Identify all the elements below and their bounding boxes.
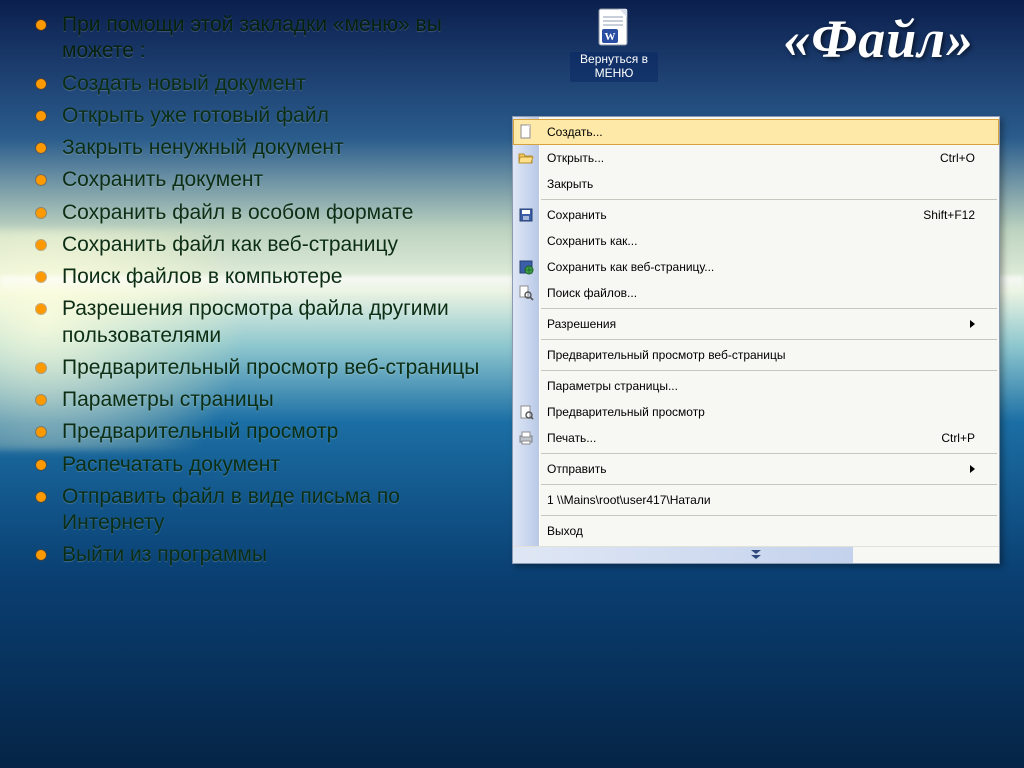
bullet-item: Закрыть ненужный документ bbox=[24, 135, 484, 161]
menu-item[interactable]: Сохранить как веб-страницу... bbox=[513, 254, 999, 280]
no-icon bbox=[517, 175, 535, 193]
bullet-item: При помощи этой закладки «меню» вы может… bbox=[24, 12, 484, 65]
menu-item-label: Сохранить как веб-страницу... bbox=[547, 260, 975, 274]
menu-item[interactable]: Создать... bbox=[513, 119, 999, 145]
slide-stage: «Файл» W Вернуться в МЕНЮ При помощи это… bbox=[0, 0, 1024, 768]
bullet-item: Создать новый документ bbox=[24, 71, 484, 97]
no-icon bbox=[517, 522, 535, 540]
menu-item-shortcut: Ctrl+O bbox=[940, 151, 975, 165]
menu-item[interactable]: Печать... Ctrl+P bbox=[513, 425, 999, 451]
menu-item[interactable]: Предварительный просмотр веб-страницы bbox=[513, 342, 999, 368]
menu-item-label: Поиск файлов... bbox=[547, 286, 975, 300]
no-icon bbox=[517, 491, 535, 509]
menu-item-label: Предварительный просмотр веб-страницы bbox=[547, 348, 975, 362]
no-icon bbox=[517, 460, 535, 478]
menu-item-label: Открыть... bbox=[547, 151, 928, 165]
menu-item-label: Сохранить как... bbox=[547, 234, 975, 248]
file-menu-dropdown: Создать... Открыть... Ctrl+O Закрыть Сохрани… bbox=[512, 116, 1000, 564]
menu-separator bbox=[541, 453, 997, 454]
back-to-menu-label: Вернуться в МЕНЮ bbox=[570, 52, 658, 82]
menu-item-label: Сохранить bbox=[547, 208, 911, 222]
print-preview-icon bbox=[517, 403, 535, 421]
menu-item[interactable]: 1 \\Mains\root\user417\Натали bbox=[513, 487, 999, 513]
menu-item-label: Печать... bbox=[547, 431, 929, 445]
new-doc-icon bbox=[517, 123, 535, 141]
no-icon bbox=[517, 377, 535, 395]
save-web-icon bbox=[517, 258, 535, 276]
menu-item-label: Создать... bbox=[547, 125, 975, 139]
menu-separator bbox=[541, 515, 997, 516]
menu-item-label: Отправить bbox=[547, 462, 958, 476]
submenu-arrow-icon bbox=[970, 465, 975, 473]
menu-expand-button[interactable] bbox=[513, 546, 999, 563]
menu-separator bbox=[541, 199, 997, 200]
menu-item-label: Предварительный просмотр bbox=[547, 405, 975, 419]
menu-item[interactable]: Поиск файлов... bbox=[513, 280, 999, 306]
menu-item[interactable]: Сохранить как... bbox=[513, 228, 999, 254]
menu-separator bbox=[541, 308, 997, 309]
bullet-item: Разрешения просмотра файла другими польз… bbox=[24, 296, 484, 349]
bullet-item: Выйти из программы bbox=[24, 542, 484, 568]
no-icon bbox=[517, 346, 535, 364]
menu-item[interactable]: Закрыть bbox=[513, 171, 999, 197]
menu-item-label: Разрешения bbox=[547, 317, 958, 331]
menu-item[interactable]: Выход bbox=[513, 518, 999, 544]
menu-item-label: Закрыть bbox=[547, 177, 975, 191]
menu-item-label: Выход bbox=[547, 524, 975, 538]
menu-item[interactable]: Разрешения bbox=[513, 311, 999, 337]
printer-icon bbox=[517, 429, 535, 447]
menu-item-shortcut: Shift+F12 bbox=[923, 208, 975, 222]
menu-separator bbox=[541, 484, 997, 485]
bullet-item: Сохранить файл как веб-страницу bbox=[24, 232, 484, 258]
bullet-item: Предварительный просмотр веб-страницы bbox=[24, 355, 484, 381]
menu-separator bbox=[541, 339, 997, 340]
save-icon bbox=[517, 206, 535, 224]
no-icon bbox=[517, 315, 535, 333]
menu-item[interactable]: Предварительный просмотр bbox=[513, 399, 999, 425]
bullet-item: Параметры страницы bbox=[24, 387, 484, 413]
svg-text:W: W bbox=[605, 31, 616, 43]
bullet-item: Распечатать документ bbox=[24, 452, 484, 478]
word-document-icon: W bbox=[592, 6, 636, 50]
back-to-menu-button[interactable]: W Вернуться в МЕНЮ bbox=[570, 6, 658, 82]
menu-item-label: Параметры страницы... bbox=[547, 379, 975, 393]
chevron-down-icon bbox=[749, 550, 763, 560]
no-icon bbox=[517, 232, 535, 250]
folder-open-icon bbox=[517, 149, 535, 167]
bullet-item: Открыть уже готовый файл bbox=[24, 103, 484, 129]
search-file-icon bbox=[517, 284, 535, 302]
bullet-item: Сохранить файл в особом формате bbox=[24, 200, 484, 226]
bullet-item: Предварительный просмотр bbox=[24, 419, 484, 445]
menu-item[interactable]: Открыть... Ctrl+O bbox=[513, 145, 999, 171]
menu-item-label: 1 \\Mains\root\user417\Натали bbox=[547, 493, 975, 507]
menu-item-shortcut: Ctrl+P bbox=[941, 431, 975, 445]
bullet-item: Отправить файл в виде письма по Интернет… bbox=[24, 484, 484, 537]
menu-separator bbox=[541, 370, 997, 371]
menu-item[interactable]: Отправить bbox=[513, 456, 999, 482]
bullet-list: При помощи этой закладки «меню» вы может… bbox=[24, 6, 484, 575]
submenu-arrow-icon bbox=[970, 320, 975, 328]
bullet-item: Поиск файлов в компьютере bbox=[24, 264, 484, 290]
slide-title: «Файл» bbox=[783, 8, 974, 70]
bullet-item: Сохранить документ bbox=[24, 167, 484, 193]
menu-item[interactable]: Параметры страницы... bbox=[513, 373, 999, 399]
menu-item[interactable]: Сохранить Shift+F12 bbox=[513, 202, 999, 228]
